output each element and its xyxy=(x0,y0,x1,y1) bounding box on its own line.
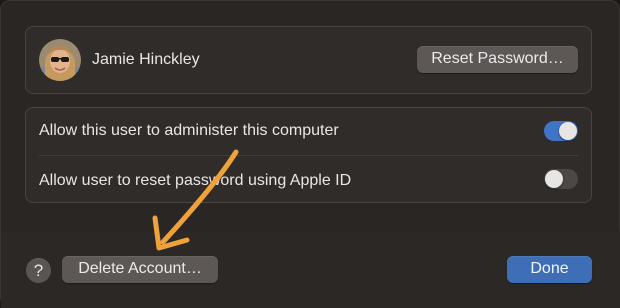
user-name: Jamie Hinckley xyxy=(92,51,200,68)
delete-account-button[interactable]: Delete Account… xyxy=(62,256,218,283)
permissions-group: Allow this user to administer this compu… xyxy=(25,107,592,203)
done-button[interactable]: Done xyxy=(507,256,592,283)
avatar-photo-icon xyxy=(39,39,81,81)
toggle-knob xyxy=(559,122,577,140)
user-settings-sheet: Jamie Hinckley Reset Password… Allow thi… xyxy=(0,0,620,308)
user-info-group: Jamie Hinckley Reset Password… xyxy=(25,26,592,94)
allow-reset-apple-id-label: Allow user to reset password using Apple… xyxy=(39,172,352,189)
help-button[interactable]: ? xyxy=(26,258,51,283)
allow-administer-toggle[interactable] xyxy=(544,121,578,141)
toggle-knob xyxy=(545,170,563,188)
reset-password-button[interactable]: Reset Password… xyxy=(417,46,578,73)
row-divider xyxy=(39,155,578,156)
user-avatar xyxy=(39,39,81,81)
allow-administer-label: Allow this user to administer this compu… xyxy=(39,122,339,139)
allow-reset-apple-id-toggle[interactable] xyxy=(544,169,578,189)
